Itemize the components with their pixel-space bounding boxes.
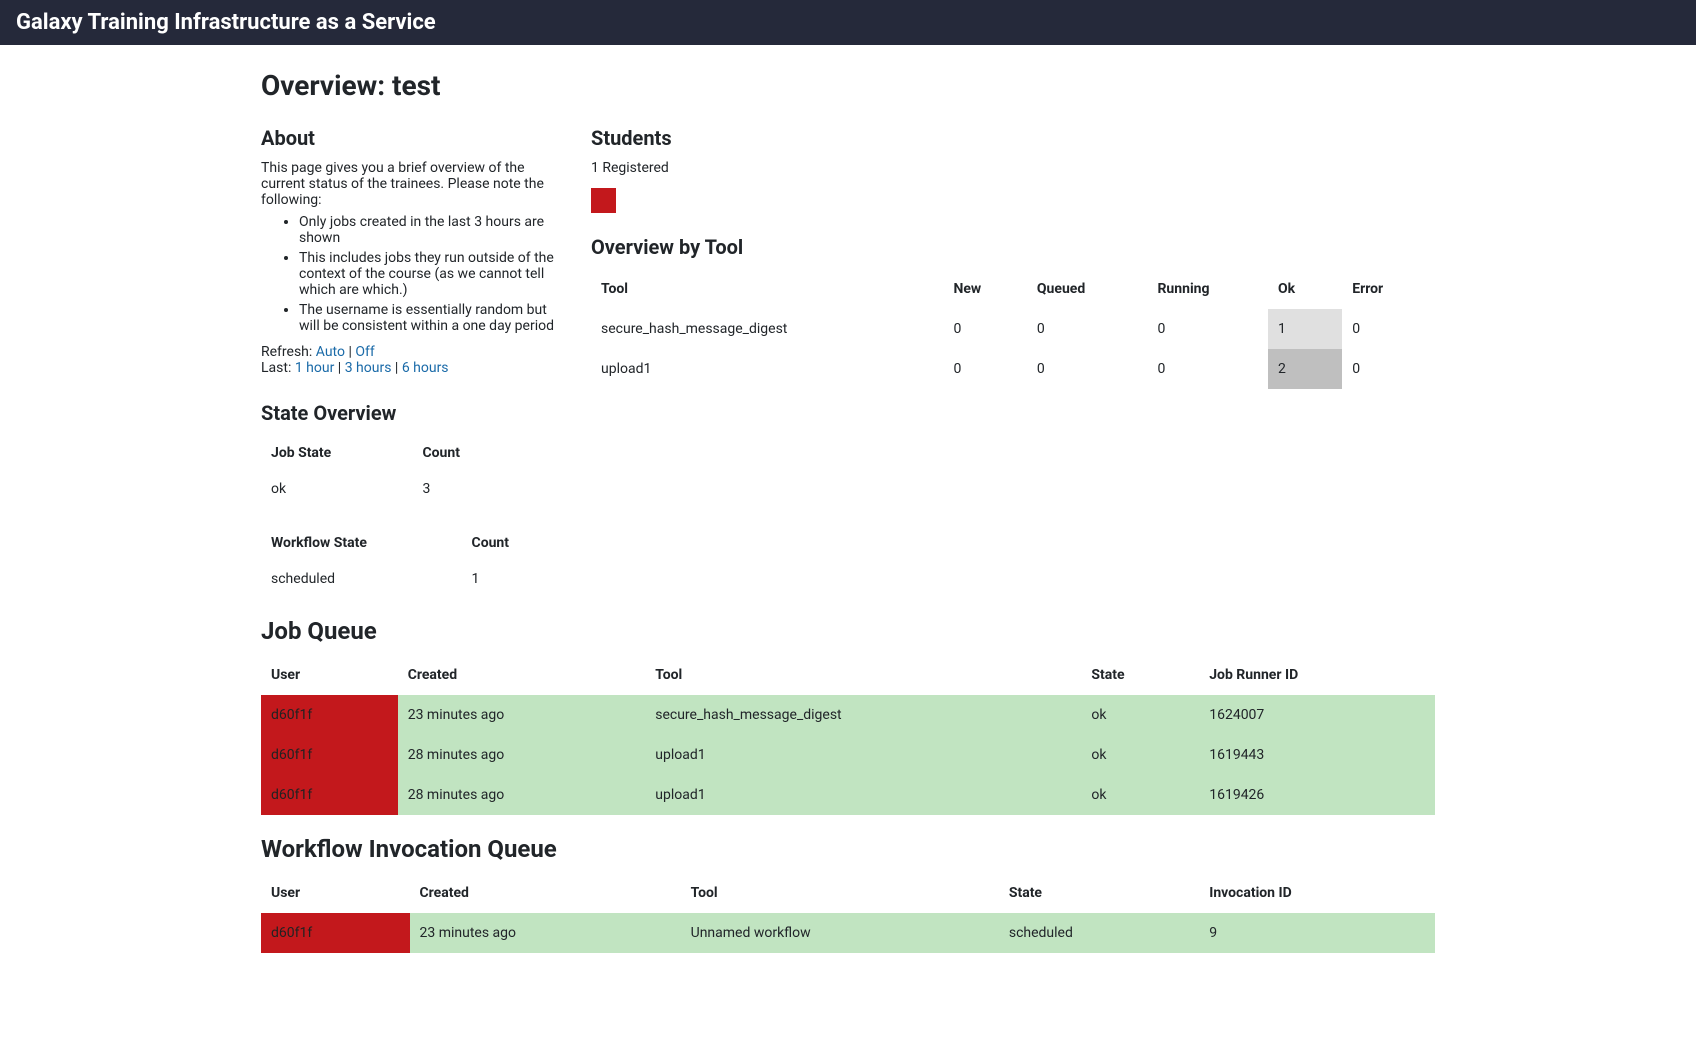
col-wf-count: Count: [462, 525, 561, 561]
cell-user: d60f1f: [261, 735, 398, 775]
col-state: State: [1081, 655, 1199, 695]
cell-job-count: 3: [412, 471, 521, 507]
cell-running: 0: [1147, 309, 1268, 349]
cell-created: 28 minutes ago: [398, 775, 646, 815]
cell-running: 0: [1147, 349, 1268, 389]
col-tool: Tool: [681, 873, 999, 913]
cell-state: ok: [1081, 775, 1199, 815]
cell-wf-count: 1: [462, 561, 561, 597]
student-color-swatch: [591, 188, 616, 213]
cell-tool: upload1: [591, 349, 943, 389]
table-row: d60f1f 23 minutes ago Unnamed workflow s…: [261, 913, 1435, 953]
cell-user: d60f1f: [261, 913, 410, 953]
overview-by-tool-heading: Overview by Tool: [591, 235, 1435, 259]
overview-by-tool-table: Tool New Queued Running Ok Error secure_…: [591, 269, 1435, 389]
col-wf-state: Workflow State: [261, 525, 462, 561]
cell-queued: 0: [1027, 349, 1148, 389]
table-row: scheduled 1: [261, 561, 561, 597]
refresh-off-link[interactable]: Off: [355, 344, 374, 360]
cell-tool: Unnamed workflow: [681, 913, 999, 953]
col-new: New: [943, 269, 1026, 309]
refresh-label: Refresh:: [261, 344, 316, 360]
cell-wf-state: scheduled: [261, 561, 462, 597]
col-queued: Queued: [1027, 269, 1148, 309]
table-row: upload1 0 0 0 2 0: [591, 349, 1435, 389]
refresh-row: Refresh: Auto | Off: [261, 344, 561, 360]
col-runner: Job Runner ID: [1199, 655, 1435, 695]
col-tool: Tool: [591, 269, 943, 309]
col-inv: Invocation ID: [1199, 873, 1435, 913]
cell-state: scheduled: [999, 913, 1199, 953]
students-heading: Students: [591, 126, 1435, 150]
cell-error: 0: [1342, 349, 1435, 389]
state-overview-heading: State Overview: [261, 401, 1435, 425]
wf-queue-table: User Created Tool State Invocation ID d6…: [261, 873, 1435, 953]
about-bullet: Only jobs created in the last 3 hours ar…: [299, 214, 561, 246]
cell-state: ok: [1081, 695, 1199, 735]
about-heading: About: [261, 126, 561, 150]
cell-user: d60f1f: [261, 775, 398, 815]
table-row: ok 3: [261, 471, 521, 507]
cell-ok: 1: [1268, 309, 1342, 349]
col-tool: Tool: [645, 655, 1081, 695]
cell-tool: upload1: [645, 735, 1081, 775]
cell-job-state: ok: [261, 471, 412, 507]
table-row: d60f1f 28 minutes ago upload1 ok 1619426: [261, 775, 1435, 815]
pipe: |: [345, 344, 355, 360]
col-ok: Ok: [1268, 269, 1342, 309]
students-registered: 1 Registered: [591, 160, 1435, 176]
about-bullet: The username is essentially random but w…: [299, 302, 561, 334]
col-job-count: Count: [412, 435, 521, 471]
cell-runner: 1624007: [1199, 695, 1435, 735]
col-user: User: [261, 655, 398, 695]
cell-tool: secure_hash_message_digest: [591, 309, 943, 349]
last-label: Last:: [261, 360, 295, 376]
about-list: Only jobs created in the last 3 hours ar…: [261, 214, 561, 334]
about-intro: This page gives you a brief overview of …: [261, 160, 561, 208]
refresh-auto-link[interactable]: Auto: [316, 344, 345, 360]
table-row: secure_hash_message_digest 0 0 0 1 0: [591, 309, 1435, 349]
cell-inv: 9: [1199, 913, 1435, 953]
cell-error: 0: [1342, 309, 1435, 349]
page-title: Overview: test: [261, 69, 1435, 102]
cell-runner: 1619426: [1199, 775, 1435, 815]
pipe: |: [391, 360, 401, 376]
cell-queued: 0: [1027, 309, 1148, 349]
cell-user: d60f1f: [261, 695, 398, 735]
table-row: d60f1f 28 minutes ago upload1 ok 1619443: [261, 735, 1435, 775]
cell-tool: upload1: [645, 775, 1081, 815]
pipe: |: [334, 360, 344, 376]
col-job-state: Job State: [261, 435, 412, 471]
cell-new: 0: [943, 309, 1026, 349]
job-queue-table: User Created Tool State Job Runner ID d6…: [261, 655, 1435, 815]
col-running: Running: [1147, 269, 1268, 309]
cell-runner: 1619443: [1199, 735, 1435, 775]
col-state: State: [999, 873, 1199, 913]
cell-created: 28 minutes ago: [398, 735, 646, 775]
wf-queue-heading: Workflow Invocation Queue: [261, 835, 1435, 863]
cell-new: 0: [943, 349, 1026, 389]
about-bullet: This includes jobs they run outside of t…: [299, 250, 561, 298]
col-user: User: [261, 873, 410, 913]
cell-state: ok: [1081, 735, 1199, 775]
last-1h-link[interactable]: 1 hour: [295, 360, 335, 376]
last-row: Last: 1 hour | 3 hours | 6 hours: [261, 360, 561, 376]
app-title: Galaxy Training Infrastructure as a Serv…: [16, 10, 1680, 35]
col-created: Created: [398, 655, 646, 695]
cell-created: 23 minutes ago: [398, 695, 646, 735]
cell-ok: 2: [1268, 349, 1342, 389]
job-state-table: Job State Count ok 3: [261, 435, 521, 507]
cell-created: 23 minutes ago: [410, 913, 681, 953]
app-header: Galaxy Training Infrastructure as a Serv…: [0, 0, 1696, 45]
cell-tool: secure_hash_message_digest: [645, 695, 1081, 735]
col-error: Error: [1342, 269, 1435, 309]
col-created: Created: [410, 873, 681, 913]
table-row: d60f1f 23 minutes ago secure_hash_messag…: [261, 695, 1435, 735]
last-6h-link[interactable]: 6 hours: [402, 360, 449, 376]
job-queue-heading: Job Queue: [261, 617, 1435, 645]
last-3h-link[interactable]: 3 hours: [345, 360, 392, 376]
workflow-state-table: Workflow State Count scheduled 1: [261, 525, 561, 597]
